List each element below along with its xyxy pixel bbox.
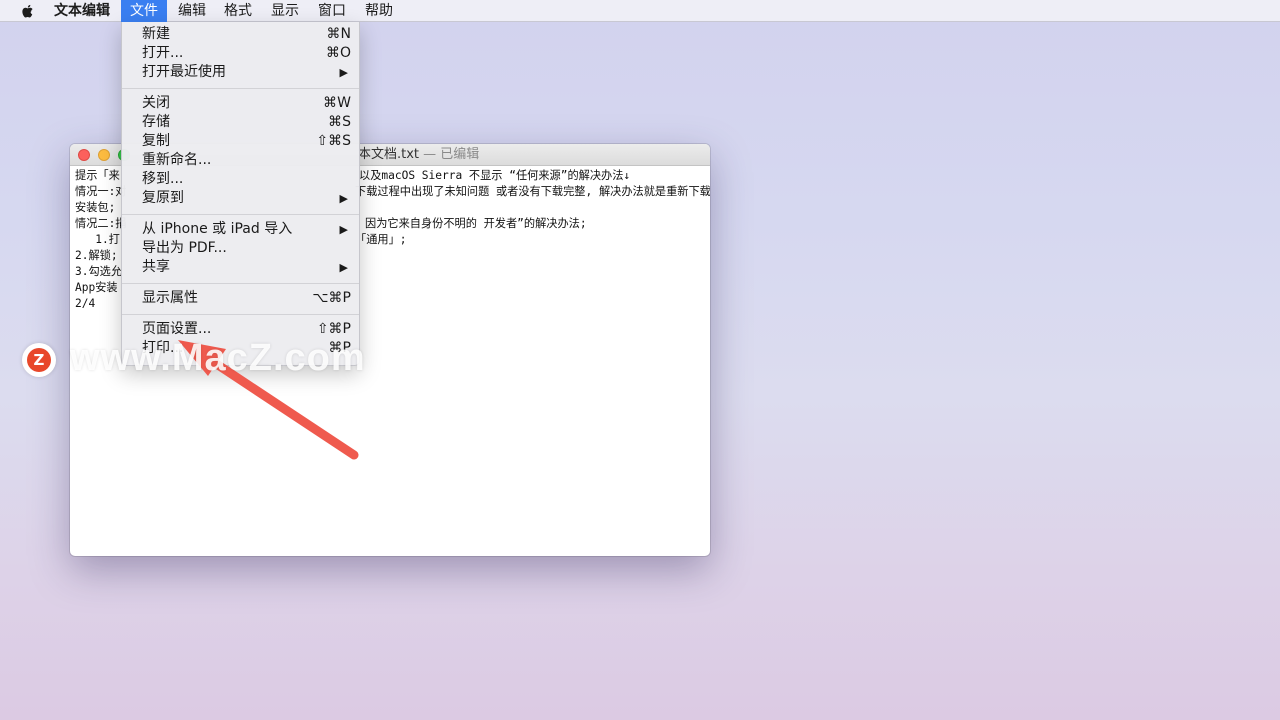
- document-name: 本文档.txt: [358, 147, 420, 162]
- submenu-arrow-icon: ▶: [339, 261, 348, 274]
- menu-item-share[interactable]: 共享 ▶: [122, 258, 359, 277]
- menu-item-revert-to[interactable]: 复原到 ▶: [122, 189, 359, 208]
- menu-item-move-to[interactable]: 移到...: [122, 170, 359, 189]
- close-button[interactable]: [78, 149, 90, 161]
- menu-separator: [122, 214, 359, 215]
- submenu-arrow-icon: ▶: [339, 66, 348, 79]
- menu-item-show-properties[interactable]: 显示属性 ⌥⌘P: [122, 289, 359, 308]
- menu-item-save[interactable]: 存储 ⌘S: [122, 113, 359, 132]
- menu-format[interactable]: 格式: [216, 0, 260, 22]
- submenu-arrow-icon: ▶: [339, 223, 348, 236]
- submenu-arrow-icon: ▶: [339, 192, 348, 205]
- macz-logo: Z: [22, 343, 56, 377]
- menu-separator: [122, 314, 359, 315]
- menu-item-import-from-iphone[interactable]: 从 iPhone 或 iPad 导入 ▶: [122, 220, 359, 239]
- menu-app-name[interactable]: 文本编辑: [46, 0, 118, 22]
- menu-item-export-pdf[interactable]: 导出为 PDF...: [122, 239, 359, 258]
- window-title: 本文档.txt — 已编辑: [358, 144, 479, 166]
- menu-item-duplicate[interactable]: 复制 ⇧⌘S: [122, 132, 359, 151]
- menu-item-new[interactable]: 新建 ⌘N: [122, 25, 359, 44]
- menu-bar: 文本编辑 文件 编辑 格式 显示 窗口 帮助: [0, 0, 1280, 22]
- menu-item-close[interactable]: 关闭 ⌘W: [122, 94, 359, 113]
- menu-item-open-recent[interactable]: 打开最近使用 ▶: [122, 63, 359, 82]
- menu-file[interactable]: 文件: [121, 0, 167, 22]
- menu-edit[interactable]: 编辑: [170, 0, 214, 22]
- menu-window[interactable]: 窗口: [310, 0, 354, 22]
- minimize-button[interactable]: [98, 149, 110, 161]
- menu-separator: [122, 283, 359, 284]
- menu-item-rename[interactable]: 重新命名...: [122, 151, 359, 170]
- watermark-text: www.MacZ.com: [70, 337, 366, 379]
- menu-item-open[interactable]: 打开... ⌘O: [122, 44, 359, 63]
- menu-view[interactable]: 显示: [263, 0, 307, 22]
- menu-help[interactable]: 帮助: [357, 0, 401, 22]
- apple-icon[interactable]: [20, 3, 36, 19]
- menu-separator: [122, 88, 359, 89]
- edited-indicator: — 已编辑: [423, 147, 480, 162]
- file-menu-dropdown: 新建 ⌘N 打开... ⌘O 打开最近使用 ▶ 关闭 ⌘W 存储 ⌘S 复制 ⇧⌘S 重新命…: [121, 22, 360, 366]
